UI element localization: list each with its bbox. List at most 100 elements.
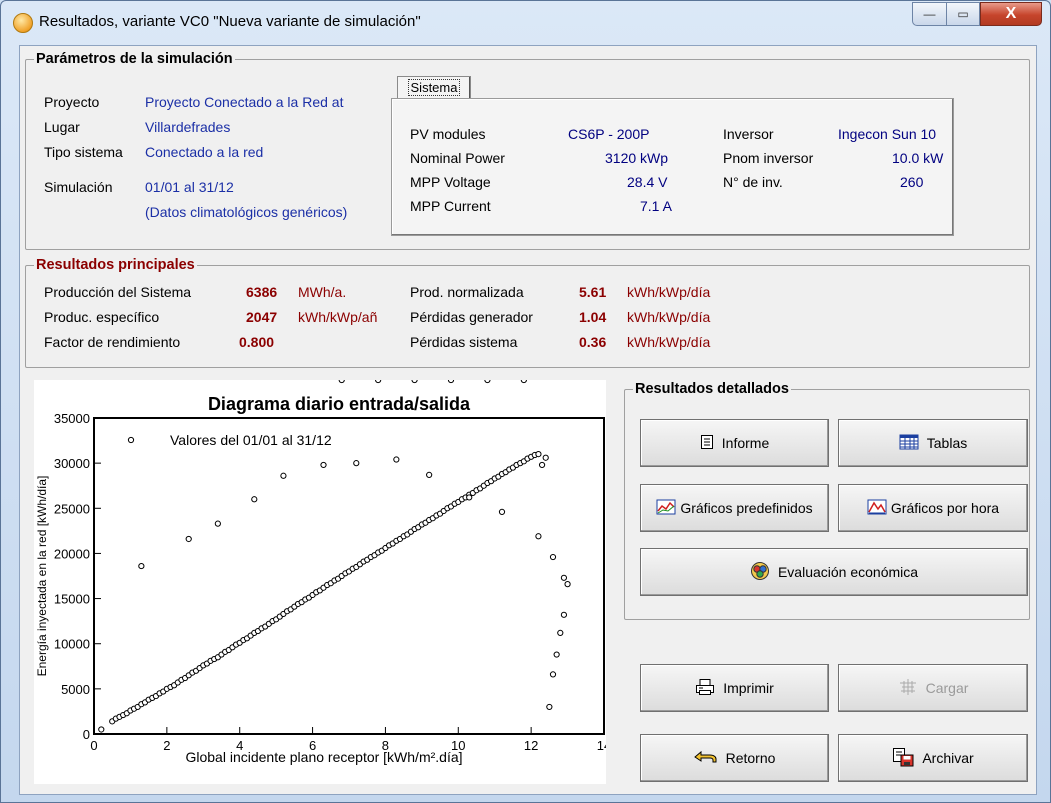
produccion-value: 6386 xyxy=(246,284,278,300)
data-point xyxy=(251,496,258,503)
data-point xyxy=(484,376,491,384)
especifico-value: 2047 xyxy=(246,309,278,325)
data-point xyxy=(411,376,418,384)
data-point xyxy=(535,533,542,540)
data-point xyxy=(538,461,546,469)
app-icon xyxy=(13,13,33,33)
lugar-value: Villardefrades xyxy=(145,119,231,135)
normalizada-label: Prod. normalizada xyxy=(410,284,524,300)
perdidas-generador-label: Pérdidas generador xyxy=(410,309,533,325)
evaluacion-economica-label: Evaluación económica xyxy=(777,564,919,580)
produccion-label: Producción del Sistema xyxy=(44,284,192,300)
close-icon: X xyxy=(1005,5,1017,22)
evaluacion-economica-button[interactable]: Evaluación económica xyxy=(640,548,1028,596)
mpp-voltage-value: 28.4 V xyxy=(627,174,668,190)
cargar-button[interactable]: Cargar xyxy=(838,664,1028,712)
especifico-unit: kWh/kWp/añ xyxy=(298,309,378,325)
nominal-power-value: 3120 kWp xyxy=(605,150,669,166)
ninv-label: N° de inv. xyxy=(723,174,783,190)
pnom-value: 10.0 kW xyxy=(892,150,944,166)
data-point xyxy=(375,376,382,384)
imprimir-button[interactable]: Imprimir xyxy=(640,664,829,712)
archivar-button[interactable]: Archivar xyxy=(838,734,1028,782)
y-tick-label: 5000 xyxy=(61,682,90,697)
data-point xyxy=(426,471,433,478)
data-point xyxy=(98,726,105,733)
maximize-button[interactable]: ▭ xyxy=(946,2,980,26)
results-window: Resultados, variante VC0 "Nueva variante… xyxy=(0,0,1051,803)
minimize-button[interactable]: — xyxy=(912,2,946,26)
data-point xyxy=(520,376,527,384)
data-point xyxy=(560,574,568,581)
x-tick-label: 2 xyxy=(163,738,170,753)
x-tick-label: 14 xyxy=(597,738,606,753)
close-button[interactable]: X xyxy=(980,2,1042,26)
perdidas-sistema-unit: kWh/kWp/día xyxy=(627,334,711,350)
graficos-predefinidos-button[interactable]: Gráficos predefinidos xyxy=(640,484,829,532)
ninv-value: 260 xyxy=(900,174,924,190)
x-tick-label: 0 xyxy=(90,738,97,753)
legend-label: Valores del 01/01 al 31/12 xyxy=(170,432,332,448)
inversor-label: Inversor xyxy=(723,126,774,142)
hourly-chart-icon xyxy=(867,499,887,518)
data-point xyxy=(557,629,564,636)
window-title: Resultados, variante VC0 "Nueva variante… xyxy=(39,13,421,30)
tablas-button[interactable]: Tablas xyxy=(838,419,1028,467)
x-axis-label: Global incidente plano receptor [kWh/m².… xyxy=(185,749,462,765)
proyecto-label: Proyecto xyxy=(44,94,100,110)
data-point xyxy=(185,535,192,543)
cargar-label: Cargar xyxy=(925,680,969,696)
data-point xyxy=(320,461,327,469)
document-icon xyxy=(700,434,714,453)
load-icon xyxy=(898,678,918,699)
retorno-button[interactable]: Retorno xyxy=(640,734,829,782)
coins-icon xyxy=(750,561,770,584)
simulacion-note: (Datos climatológicos genéricos) xyxy=(145,204,348,220)
data-point xyxy=(466,494,473,501)
tab-sistema[interactable]: Sistema xyxy=(397,76,471,100)
simulacion-value: 01/01 al 31/12 xyxy=(145,179,234,195)
y-tick-label: 10000 xyxy=(54,637,90,652)
data-point xyxy=(447,376,455,384)
io-diagram-chart: Diagrama diario entrada/salida 0 2 4 6 8 10 12 1… xyxy=(34,376,611,784)
data-point xyxy=(546,703,553,711)
data-point xyxy=(564,581,571,588)
mpp-voltage-label: MPP Voltage xyxy=(410,174,491,190)
save-archive-icon xyxy=(892,747,914,770)
window-controls: — ▭ X xyxy=(912,2,1042,28)
informe-button[interactable]: Informe xyxy=(640,419,829,467)
data-point xyxy=(338,376,345,384)
graficos-hora-button[interactable]: Gráficos por hora xyxy=(838,484,1028,532)
normalizada-unit: kWh/kWp/día xyxy=(627,284,711,300)
lugar-label: Lugar xyxy=(44,119,80,135)
data-point xyxy=(393,456,400,463)
data-point xyxy=(280,472,287,479)
client-area: Parámetros de la simulación Proyecto Pro… xyxy=(19,45,1037,795)
retorno-label: Retorno xyxy=(725,750,776,766)
data-point xyxy=(560,611,568,618)
data-point xyxy=(549,553,557,561)
rendimiento-label: Factor de rendimiento xyxy=(44,334,181,350)
y-tick-label: 0 xyxy=(83,727,90,742)
pv-modules-value: CS6P - 200P xyxy=(568,126,650,142)
archivar-label: Archivar xyxy=(922,750,974,766)
x-tick-label: 12 xyxy=(524,738,538,753)
data-point xyxy=(138,562,145,570)
mpp-current-label: MPP Current xyxy=(410,198,491,214)
params-legend: Parámetros de la simulación xyxy=(36,51,233,67)
perdidas-sistema-label: Pérdidas sistema xyxy=(410,334,518,350)
y-tick-label: 15000 xyxy=(54,592,90,607)
chart-title: Diagrama diario entrada/salida xyxy=(208,394,471,414)
data-point xyxy=(553,651,560,658)
data-point xyxy=(214,520,221,527)
scatter-chart-svg: Diagrama diario entrada/salida0 2 4 6 8 10 12 1… xyxy=(35,376,611,765)
legend-marker xyxy=(127,436,135,444)
graficos-predefinidos-label: Gráficos predefinidos xyxy=(680,500,813,516)
y-tick-label: 35000 xyxy=(54,411,90,426)
inversor-value: Ingecon Sun 10 xyxy=(838,126,937,142)
nominal-power-label: Nominal Power xyxy=(410,150,505,166)
pv-modules-label: PV modules xyxy=(410,126,486,142)
imprimir-label: Imprimir xyxy=(723,680,774,696)
printer-icon xyxy=(695,678,715,699)
title-bar: Resultados, variante VC0 "Nueva variante… xyxy=(1,1,1050,43)
